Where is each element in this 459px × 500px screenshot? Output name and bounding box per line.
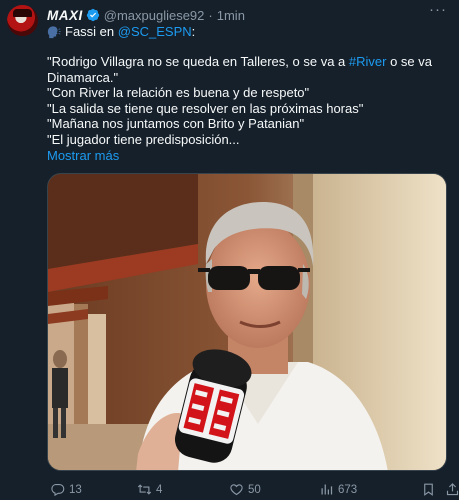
bookmark-icon [424, 483, 433, 496]
like-button[interactable]: 50 [229, 482, 261, 497]
retweet-icon [137, 484, 152, 495]
quote-line-2: "Con River la relación es buena y de res… [47, 85, 310, 100]
hashtag-link[interactable]: #River [349, 54, 387, 69]
more-options-icon[interactable]: ··· [429, 2, 447, 19]
author-handle[interactable]: @maxpugliese92 [104, 8, 205, 23]
retweet-count: 4 [156, 483, 163, 496]
tweet[interactable]: MAXI @maxpugliese92 · 1min ··· Fassi en … [0, 0, 459, 500]
tweet-timestamp[interactable]: 1min [217, 8, 245, 23]
quote-line-3: "La salida se tiene que resolver en las … [47, 100, 364, 116]
intro-prefix: Fassi en [65, 24, 115, 39]
analytics-icon [321, 484, 333, 495]
like-count: 50 [248, 483, 261, 496]
author-display-name[interactable]: MAXI [47, 8, 83, 23]
reply-count: 13 [69, 483, 82, 496]
verified-badge-icon [86, 8, 99, 22]
intro-line: Fassi en @SC_ESPN : [47, 24, 195, 39]
quote-1-text-a: "Rodrigo Villagra no se queda en Tallere… [47, 54, 349, 69]
quote-line-4: "Mañana nos juntamos con Brito y Patania… [47, 116, 305, 131]
bookmark-button[interactable] [421, 482, 436, 497]
mention-link[interactable]: @SC_ESPN [118, 24, 192, 39]
media-image[interactable] [47, 173, 447, 471]
views-button[interactable]: 673 [319, 482, 357, 497]
quote-line-1: "Rodrigo Villagra no se queda en Tallere… [47, 54, 447, 85]
reply-button[interactable]: 13 [50, 482, 82, 497]
share-icon [446, 483, 459, 496]
retweet-button[interactable]: 4 [137, 482, 162, 497]
video-still-image [48, 174, 446, 470]
header-separator: · [208, 7, 213, 23]
quote-line-5: "El jugador tiene predisposición... [47, 131, 240, 147]
intro-suffix: : [191, 24, 196, 39]
show-more-link[interactable]: Mostrar más [47, 148, 119, 163]
views-count: 673 [338, 483, 358, 496]
heart-icon [230, 484, 243, 496]
tweet-header: MAXI @maxpugliese92 · 1min [47, 7, 245, 23]
share-button[interactable] [445, 482, 459, 497]
tweet-actions: 13 4 50 673 [47, 482, 459, 498]
speaking-head-icon [47, 25, 61, 38]
tweet-text: "Rodrigo Villagra no se queda en Tallere… [47, 54, 447, 147]
reply-icon [51, 483, 65, 497]
avatar[interactable] [7, 5, 38, 36]
